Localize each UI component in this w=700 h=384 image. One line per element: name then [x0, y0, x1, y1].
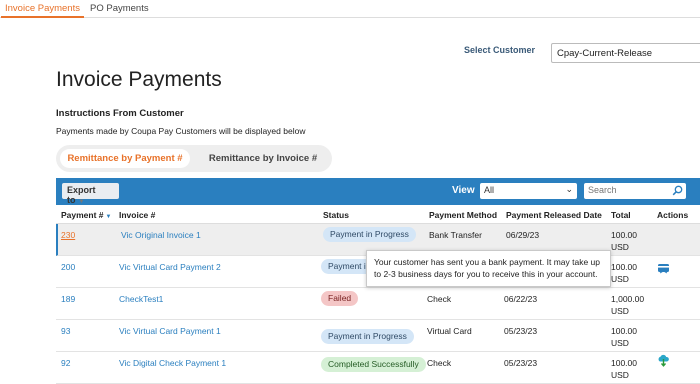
column-header-actions: Actions — [657, 210, 689, 220]
remittance-toggle: Remittance by Payment # Remittance by In… — [56, 145, 332, 172]
payment-method: Bank Transfer — [429, 230, 482, 240]
instructions-text: Payments made by Coupa Pay Customers wil… — [56, 126, 306, 136]
view-select-value: All — [484, 185, 495, 195]
total-value: 100.00 — [611, 358, 637, 368]
select-customer-label: Select Customer — [464, 45, 536, 55]
payment-number-link[interactable]: 200 — [61, 261, 75, 273]
chevron-down-icon: ⌄ — [565, 184, 573, 194]
total-amount: 1,000.00 USD — [611, 293, 644, 317]
payment-status-tooltip: Your customer has sent you a bank paymen… — [366, 250, 611, 287]
total-value: 100.00 — [611, 230, 637, 240]
status-badge: Failed — [321, 291, 359, 306]
total-value: 100.00 — [611, 326, 637, 336]
table-header: Payment # ▼ Invoice # Status Payment Meth… — [56, 205, 700, 224]
export-button[interactable]: Export to ▼ — [62, 183, 119, 205]
total-amount: 100.00 USD — [611, 261, 637, 285]
currency: USD — [611, 242, 629, 252]
invoice-link[interactable]: Vic Digital Check Payment 1 — [119, 357, 226, 369]
payment-method: Check — [427, 358, 452, 368]
table-toolbar: Export to ▼ View All ⌄ Search — [56, 178, 700, 205]
total-amount: 100.00 USD — [611, 229, 637, 253]
segment-remittance-by-invoice[interactable]: Remittance by Invoice # — [196, 149, 330, 168]
sort-desc-icon: ▼ — [105, 214, 112, 220]
released-date: 06/22/23 — [504, 294, 538, 304]
released-date: 06/29/23 — [506, 230, 540, 240]
tab-invoice-payments[interactable]: Invoice Payments — [1, 3, 84, 18]
column-header-payment-method[interactable]: Payment Method — [429, 210, 497, 220]
released-date: 05/23/23 — [504, 326, 538, 336]
search-icon[interactable] — [672, 185, 683, 196]
page-title: Invoice Payments — [56, 68, 222, 91]
top-tab-bar: Invoice Payments PO Payments — [0, 0, 700, 18]
currency: USD — [611, 370, 629, 380]
invoice-link[interactable]: Vic Virtual Card Payment 2 — [119, 261, 221, 273]
payment-method: Virtual Card — [427, 326, 472, 336]
invoice-link[interactable]: Vic Virtual Card Payment 1 — [119, 325, 221, 337]
column-header-label: Payment # — [61, 210, 104, 220]
table-row[interactable]: 92 Vic Digital Check Payment 1 Completed… — [56, 352, 700, 384]
currency: USD — [611, 274, 629, 284]
payment-number-link[interactable]: 230 — [61, 229, 75, 241]
table-row[interactable]: 189 CheckTest1 Failed Check 06/22/23 1,0… — [56, 288, 700, 320]
total-value: 1,000.00 — [611, 294, 645, 304]
table-row[interactable]: 93 Vic Virtual Card Payment 1 Payment in… — [56, 320, 700, 352]
invoice-link[interactable]: CheckTest1 — [119, 293, 163, 305]
view-label: View — [452, 185, 475, 196]
released-date: 05/23/23 — [504, 358, 538, 368]
payment-number-link[interactable]: 93 — [61, 325, 70, 337]
payment-number-link[interactable]: 189 — [61, 293, 75, 305]
segment-remittance-by-payment[interactable]: Remittance by Payment # — [60, 149, 190, 168]
column-header-payment[interactable]: Payment # ▼ — [61, 210, 111, 220]
customer-select[interactable]: Cpay-Current-Release — [551, 43, 700, 63]
column-header-total[interactable]: Total — [611, 210, 631, 220]
payment-method: Check — [427, 294, 452, 304]
column-header-released-date[interactable]: Payment Released Date — [506, 210, 602, 220]
instructions-heading: Instructions From Customer — [56, 108, 184, 119]
status-badge: Completed Successfully — [321, 357, 426, 372]
view-select[interactable]: All ⌄ — [480, 183, 577, 199]
total-amount: 100.00 USD — [611, 357, 637, 381]
currency: USD — [611, 338, 629, 348]
invoice-link[interactable]: Vic Original Invoice 1 — [121, 229, 201, 241]
column-header-invoice[interactable]: Invoice # — [119, 210, 155, 220]
cloud-download-icon[interactable] — [657, 354, 670, 367]
status-badge: Payment in Progress — [323, 227, 416, 242]
column-header-status[interactable]: Status — [323, 210, 349, 220]
tab-po-payments[interactable]: PO Payments — [90, 3, 149, 14]
card-icon[interactable] — [657, 262, 670, 275]
total-amount: 100.00 USD — [611, 325, 637, 349]
currency: USD — [611, 306, 629, 316]
total-value: 100.00 — [611, 262, 637, 272]
payment-number-link[interactable]: 92 — [61, 357, 70, 369]
search-input[interactable]: Search — [584, 183, 686, 199]
search-placeholder: Search — [588, 185, 617, 195]
status-badge: Payment in Progress — [321, 329, 414, 344]
